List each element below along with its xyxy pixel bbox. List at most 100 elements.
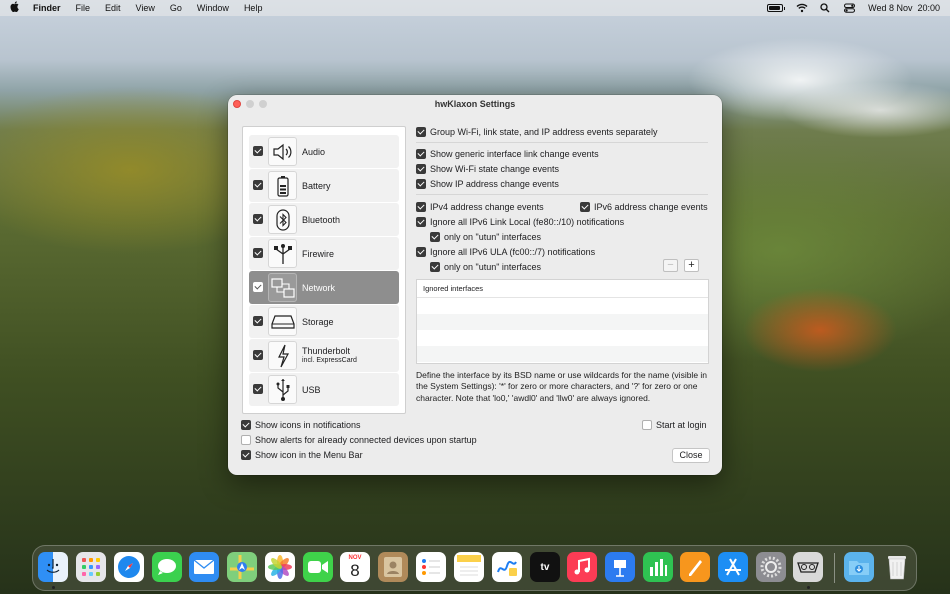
contacts-icon[interactable]: [378, 552, 408, 582]
battery-status-icon[interactable]: [767, 4, 786, 12]
device-label-thunderbolt: Thunderbolt incl. ExpressCard: [302, 346, 357, 366]
divider: [416, 142, 708, 143]
start-at-login-checkbox[interactable]: [642, 420, 652, 430]
group-events-checkbox[interactable]: [416, 127, 426, 137]
facetime-icon[interactable]: [303, 552, 333, 582]
device-checkbox-storage[interactable]: [253, 316, 263, 326]
ipv4-change-checkbox[interactable]: [416, 202, 426, 212]
add-interface-button[interactable]: +: [684, 259, 699, 272]
device-row-battery[interactable]: Battery: [249, 169, 399, 202]
table-row[interactable]: [417, 298, 708, 314]
remove-interface-button[interactable]: −: [663, 259, 678, 272]
app-store-icon[interactable]: [718, 552, 748, 582]
wifi-change-checkbox[interactable]: [416, 164, 426, 174]
device-row-bluetooth[interactable]: Bluetooth: [249, 203, 399, 236]
ip-change-checkbox[interactable]: [416, 179, 426, 189]
apple-menu-icon[interactable]: [10, 1, 19, 15]
utun-only-option-1[interactable]: only on "utun" interfaces: [430, 232, 541, 242]
hwklaxon-app-icon[interactable]: [793, 552, 823, 582]
wifi-change-option[interactable]: Show Wi-Fi state change events: [416, 164, 559, 174]
menu-window[interactable]: Window: [197, 3, 229, 13]
apple-tv-icon[interactable]: tv: [530, 552, 560, 582]
device-row-network[interactable]: Network: [249, 271, 399, 304]
network-icon: [268, 273, 297, 302]
device-checkbox-firewire[interactable]: [253, 248, 263, 258]
device-checkbox-battery[interactable]: [253, 180, 263, 190]
trash-icon[interactable]: [882, 552, 912, 582]
show-alerts-checkbox[interactable]: [241, 435, 251, 445]
ignored-interfaces-table[interactable]: Ignored interfaces: [416, 279, 709, 364]
show-menubar-icon-option[interactable]: Show icon in the Menu Bar: [241, 450, 363, 460]
music-icon[interactable]: [567, 552, 597, 582]
ipv4-change-option[interactable]: IPv4 address change events: [416, 202, 544, 212]
system-settings-icon[interactable]: [756, 552, 786, 582]
notes-icon[interactable]: [454, 552, 484, 582]
calendar-icon[interactable]: NOV 8: [340, 552, 370, 582]
device-row-audio[interactable]: Audio: [249, 135, 399, 168]
ignore-link-local-checkbox[interactable]: [416, 217, 426, 227]
menu-clock[interactable]: Wed 8 Nov 20:00: [868, 3, 940, 13]
wildcard-help-text: Define the interface by its BSD name or …: [416, 370, 708, 403]
show-menubar-icon-checkbox[interactable]: [241, 450, 251, 460]
ignored-interfaces-header[interactable]: Ignored interfaces: [417, 280, 708, 298]
utun-only-option-2[interactable]: only on "utun" interfaces: [430, 262, 541, 272]
pages-icon[interactable]: [680, 552, 710, 582]
launchpad-icon[interactable]: [76, 552, 106, 582]
device-checkbox-thunderbolt[interactable]: [253, 350, 263, 360]
group-events-option[interactable]: Group Wi-Fi, link state, and IP address …: [416, 127, 657, 137]
finder-icon[interactable]: [38, 552, 68, 582]
window-titlebar[interactable]: hwKlaxon Settings: [228, 95, 722, 113]
menu-go[interactable]: Go: [170, 3, 182, 13]
ip-change-label: Show IP address change events: [430, 179, 559, 189]
device-row-firewire[interactable]: Firewire: [249, 237, 399, 270]
ignore-ula-checkbox[interactable]: [416, 247, 426, 257]
device-label-battery: Battery: [302, 181, 331, 191]
wifi-icon[interactable]: [796, 3, 808, 13]
ip-change-option[interactable]: Show IP address change events: [416, 179, 559, 189]
control-center-icon[interactable]: [844, 3, 856, 13]
numbers-icon[interactable]: [643, 552, 673, 582]
keynote-icon[interactable]: [605, 552, 635, 582]
menu-view[interactable]: View: [136, 3, 155, 13]
table-row[interactable]: [417, 330, 708, 346]
show-icons-option[interactable]: Show icons in notifications: [241, 420, 361, 430]
freeform-icon[interactable]: [492, 552, 522, 582]
maps-icon[interactable]: [227, 552, 257, 582]
reminders-icon[interactable]: [416, 552, 446, 582]
ignore-ula-option[interactable]: Ignore all IPv6 ULA (fc00::/7) notificat…: [416, 247, 595, 257]
device-sublabel-thunderbolt: incl. ExpressCard: [302, 357, 357, 364]
show-icons-checkbox[interactable]: [241, 420, 251, 430]
device-row-usb[interactable]: USB: [249, 373, 399, 406]
link-change-option[interactable]: Show generic interface link change event…: [416, 149, 599, 159]
ipv6-change-checkbox[interactable]: [580, 202, 590, 212]
utun-only-label-1: only on "utun" interfaces: [444, 232, 541, 242]
photos-icon[interactable]: [265, 552, 295, 582]
downloads-folder-icon[interactable]: [844, 552, 874, 582]
device-label-bluetooth: Bluetooth: [302, 215, 341, 225]
ipv6-change-option[interactable]: IPv6 address change events: [580, 202, 708, 212]
menu-help[interactable]: Help: [244, 3, 263, 13]
table-row[interactable]: [417, 346, 708, 362]
device-checkbox-usb[interactable]: [253, 384, 263, 394]
utun-only-checkbox-2[interactable]: [430, 262, 440, 272]
start-at-login-option[interactable]: Start at login: [642, 420, 707, 430]
safari-icon[interactable]: [114, 552, 144, 582]
device-checkbox-network[interactable]: [253, 282, 263, 292]
device-row-thunderbolt[interactable]: Thunderbolt incl. ExpressCard: [249, 339, 399, 372]
link-change-checkbox[interactable]: [416, 149, 426, 159]
table-row[interactable]: [417, 314, 708, 330]
menu-app-finder[interactable]: Finder: [33, 3, 61, 13]
device-row-storage[interactable]: Storage: [249, 305, 399, 338]
ignore-link-local-option[interactable]: Ignore all IPv6 Link Local (fe80::/10) n…: [416, 217, 624, 227]
messages-icon[interactable]: [152, 552, 182, 582]
menu-file[interactable]: File: [76, 3, 91, 13]
utun-only-checkbox-1[interactable]: [430, 232, 440, 242]
mail-icon[interactable]: [189, 552, 219, 582]
device-checkbox-bluetooth[interactable]: [253, 214, 263, 224]
spotlight-search-icon[interactable]: [820, 3, 831, 13]
menu-edit[interactable]: Edit: [105, 3, 121, 13]
show-alerts-option[interactable]: Show alerts for already connected device…: [241, 435, 477, 445]
settings-window: hwKlaxon Settings Audio Battery Bluetoot…: [228, 95, 722, 475]
close-button[interactable]: Close: [672, 448, 710, 463]
device-checkbox-audio[interactable]: [253, 146, 263, 156]
